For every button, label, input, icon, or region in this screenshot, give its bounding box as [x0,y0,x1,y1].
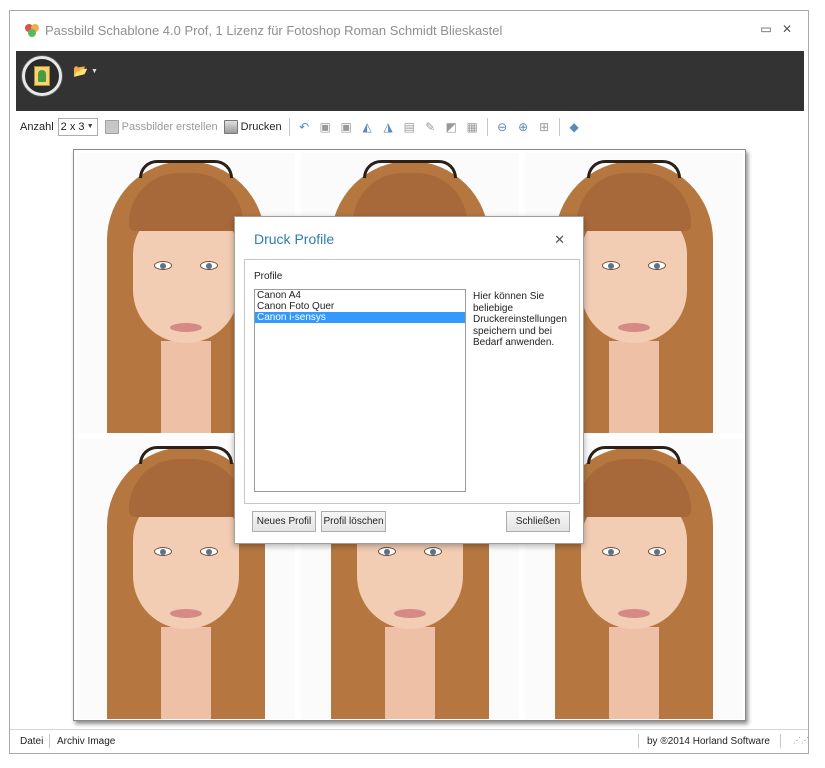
close-dialog-button[interactable]: Schließen [506,511,570,532]
grid-icon [104,120,119,134]
status-divider [638,734,639,748]
minimize-button[interactable]: ▭ [759,22,773,36]
status-divider [49,734,50,748]
crop-icon[interactable]: ▤ [401,119,418,135]
list-item-selected[interactable]: Canon i-sensys [255,312,465,323]
image-icon[interactable]: ▣ [317,119,334,135]
zoom-in-icon[interactable]: ⊕ [515,119,532,135]
status-file[interactable]: Datei [20,736,43,747]
anzahl-value: 2 x 3 [60,121,85,133]
resize-grip-icon[interactable]: ⋰⋰ [793,737,809,748]
app-menu-button[interactable] [22,56,62,96]
printer-icon [223,120,238,134]
pen-icon[interactable]: ✎ [422,119,439,135]
dialog-footer: Neues Profil Profil löschen Schließen [235,506,583,544]
info-icon[interactable]: ◆ [566,119,583,135]
print-button[interactable]: Drucken [221,117,285,137]
fit-icon[interactable]: ⊞ [536,119,553,135]
profiles-list[interactable]: Canon A4 Canon Foto Quer Canon i-sensys [254,289,466,492]
eraser-icon[interactable]: ◩ [443,119,460,135]
title-bar: Passbild Schablone 4.0 Prof, 1 Lizenz fü… [10,11,808,49]
profiles-label: Profile [254,271,283,282]
dialog-title: Druck Profile [254,231,335,247]
list-item[interactable]: Canon Foto Quer [255,301,465,312]
chevron-down-icon: ▼ [90,68,98,76]
chevron-down-icon: ▼ [86,123,94,130]
new-profile-button[interactable]: Neues Profil [252,511,316,532]
toolbar-divider [558,118,560,136]
flip-vertical-icon[interactable]: ◮ [380,119,397,135]
passport-photo-icon [34,66,50,86]
flip-horizontal-icon[interactable]: ◭ [359,119,376,135]
folder-open-icon: 📂 [73,64,88,78]
undo-icon[interactable]: ↶ [296,119,313,135]
status-copyright: by ®2014 Horland Software [647,736,770,747]
create-photos-label: Passbilder erstellen [121,121,218,133]
status-archive[interactable]: Archiv Image [57,736,115,747]
image-gray-icon[interactable]: ▣ [338,119,355,135]
print-profiles-dialog: Druck Profile ✕ Profile Canon A4 Canon F… [234,216,584,544]
dialog-panel: Profile Canon A4 Canon Foto Quer Canon i… [244,259,580,504]
help-text: Hier können Sie beliebige Druckereinstel… [473,291,567,348]
create-photos-button[interactable]: Passbilder erstellen [102,117,221,137]
status-divider [780,734,781,748]
anzahl-label: Anzahl [20,121,54,133]
delete-profile-button[interactable]: Profil löschen [321,511,386,532]
toolbar: Anzahl 2 x 3 ▼ Passbilder erstellen Druc… [10,115,808,139]
close-button[interactable]: ✕ [780,22,794,36]
app-icon [25,24,39,37]
zoom-out-icon[interactable]: ⊖ [494,119,511,135]
window-title: Passbild Schablone 4.0 Prof, 1 Lizenz fü… [45,23,503,38]
status-bar: Datei Archiv Image by ®2014 Horland Soft… [10,729,809,753]
close-icon[interactable]: ✕ [554,232,565,248]
photo-icon[interactable]: ▦ [464,119,481,135]
print-label: Drucken [240,121,282,133]
list-item[interactable]: Canon A4 [255,290,465,301]
ribbon: 📂 ▼ [16,51,804,111]
open-file-button[interactable]: 📂 ▼ [73,64,103,78]
toolbar-divider [486,118,488,136]
toolbar-divider [288,118,290,136]
anzahl-select[interactable]: 2 x 3 ▼ [57,118,98,136]
